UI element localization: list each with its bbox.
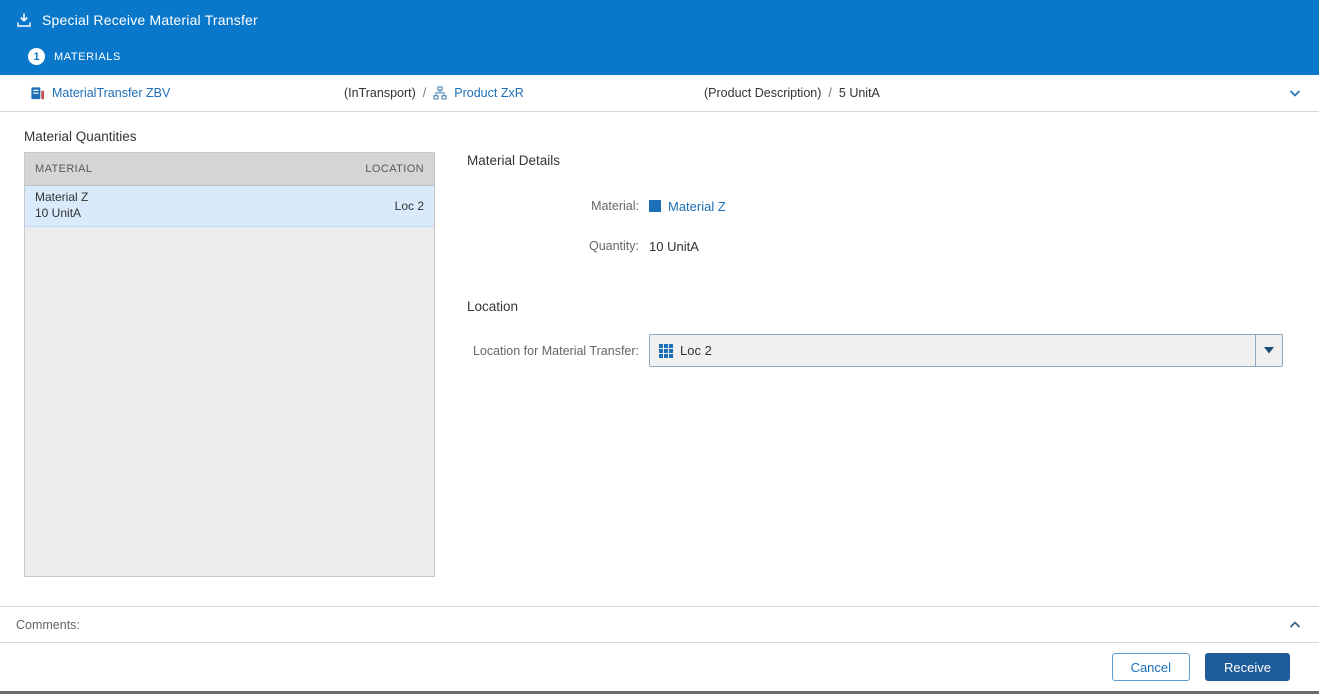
- material-quantities-panel: Material Quantities MATERIAL LOCATION Ma…: [24, 112, 435, 606]
- table-row[interactable]: Material Z 10 UnitA Loc 2: [25, 186, 434, 227]
- table-header-row: MATERIAL LOCATION: [25, 153, 434, 186]
- chevron-up-icon[interactable]: [1287, 617, 1303, 633]
- footer-bar: Cancel Receive: [0, 642, 1319, 691]
- column-header-material: MATERIAL: [35, 163, 93, 175]
- product-quantity: 5 UnitA: [838, 86, 880, 100]
- quantity-value: 10 UnitA: [649, 238, 699, 254]
- material-cell: Material Z 10 UnitA: [35, 190, 88, 221]
- breadcrumb: MaterialTransfer ZBV (InTransport) / Pro…: [0, 75, 1319, 112]
- chevron-down-icon[interactable]: [1287, 85, 1303, 101]
- product-description: (Product Description): [704, 86, 822, 100]
- comments-label: Comments:: [16, 617, 80, 632]
- transfer-status: (InTransport): [344, 86, 416, 100]
- material-transfer-icon: [30, 86, 45, 101]
- app-header: Special Receive Material Transfer 1 MATE…: [0, 0, 1319, 75]
- product-hierarchy-icon: [433, 86, 447, 100]
- page-title: Special Receive Material Transfer: [42, 12, 258, 28]
- material-details-panel: Material Details Material: Material Z Qu…: [435, 112, 1283, 606]
- step-label: MATERIALS: [54, 50, 121, 63]
- caret-down-icon: [1264, 347, 1274, 354]
- breadcrumb-separator: /: [828, 86, 832, 100]
- material-quantity: 10 UnitA: [35, 206, 82, 220]
- material-quantities-table: MATERIAL LOCATION Material Z 10 UnitA Lo…: [24, 152, 435, 577]
- product-link[interactable]: Product ZxR: [454, 86, 523, 100]
- table-empty-area: [25, 227, 434, 576]
- material-details-title: Material Details: [467, 153, 561, 168]
- location-cell: Loc 2: [394, 199, 424, 213]
- location-selected-text: Loc 2: [680, 343, 712, 358]
- main-content: Material Quantities MATERIAL LOCATION Ma…: [0, 112, 1319, 606]
- comments-section[interactable]: Comments:: [0, 606, 1319, 642]
- location-section-title: Location: [467, 299, 519, 314]
- material-quantities-title: Material Quantities: [24, 129, 137, 144]
- materials-step-tab[interactable]: 1 MATERIALS: [16, 40, 1319, 73]
- location-grid-icon: [659, 343, 673, 358]
- location-dropdown-button[interactable]: [1255, 335, 1282, 366]
- location-select-value[interactable]: Loc 2: [650, 335, 1255, 366]
- breadcrumb-separator: /: [422, 86, 427, 100]
- cancel-button[interactable]: Cancel: [1111, 653, 1191, 681]
- location-select[interactable]: Loc 2: [649, 334, 1283, 367]
- receive-download-icon: [16, 12, 32, 28]
- material-label: Material:: [591, 199, 639, 213]
- receive-button[interactable]: Receive: [1205, 653, 1290, 681]
- quantity-label: Quantity:: [588, 239, 639, 253]
- material-detail-link[interactable]: Material Z: [668, 199, 726, 214]
- location-select-label: Location for Material Transfer:: [472, 343, 639, 358]
- step-number-badge: 1: [28, 48, 45, 65]
- column-header-location: LOCATION: [365, 163, 424, 175]
- material-transfer-link[interactable]: MaterialTransfer ZBV: [52, 86, 170, 100]
- material-swatch-icon: [649, 200, 661, 212]
- material-name: Material Z: [35, 190, 89, 205]
